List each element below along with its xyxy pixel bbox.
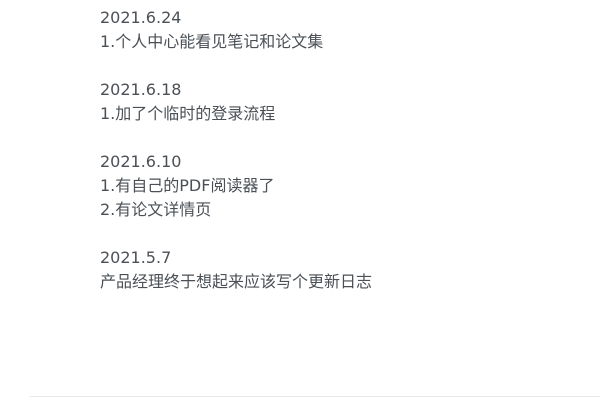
bottom-divider bbox=[30, 396, 600, 397]
entry-line: 1.个人中心能看见笔记和论文集 bbox=[100, 32, 324, 51]
entry-line: 产品经理终于想起来应该写个更新日志 bbox=[100, 272, 373, 291]
changelog-entry: 2021.6.24 1.个人中心能看见笔记和论文集 bbox=[100, 6, 580, 54]
entry-line: 1.加了个临时的登录流程 bbox=[100, 104, 276, 123]
changelog-list: 2021.6.24 1.个人中心能看见笔记和论文集 2021.6.18 1.加了… bbox=[100, 6, 580, 318]
entry-line: 1.有自己的PDF阅读器了 bbox=[100, 176, 275, 195]
entry-date: 2021.6.10 bbox=[100, 152, 182, 171]
entry-date: 2021.5.7 bbox=[100, 248, 172, 267]
changelog-entry: 2021.5.7 产品经理终于想起来应该写个更新日志 bbox=[100, 246, 580, 294]
changelog-entry: 2021.6.10 1.有自己的PDF阅读器了 2.有论文详情页 bbox=[100, 150, 580, 222]
entry-date: 2021.6.24 bbox=[100, 8, 182, 27]
entry-date: 2021.6.18 bbox=[100, 80, 182, 99]
entry-line: 2.有论文详情页 bbox=[100, 200, 212, 219]
changelog-entry: 2021.6.18 1.加了个临时的登录流程 bbox=[100, 78, 580, 126]
